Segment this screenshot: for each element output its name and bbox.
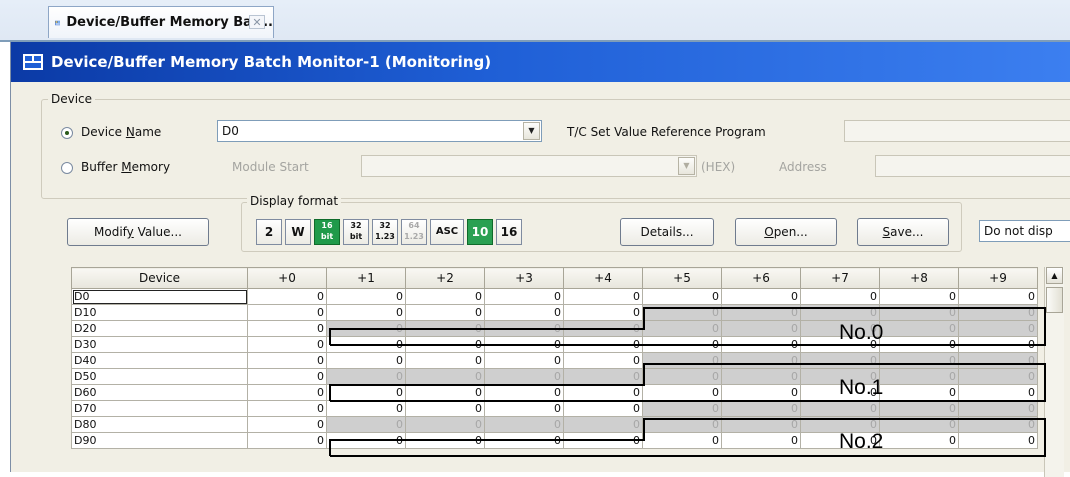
details-button[interactable]: Details...	[620, 218, 714, 246]
device-group-title: Device	[48, 92, 96, 106]
buffer-region-outline-1	[329, 363, 1046, 402]
close-tab-icon[interactable]: ✕	[249, 15, 265, 29]
format-ascii-button[interactable]: ASC	[430, 219, 464, 245]
document-tab-strip: Device/Buffer Memory Bat... ✕	[0, 0, 1070, 42]
offset-column-header: +2	[405, 267, 485, 289]
offset-column-header: +0	[247, 267, 327, 289]
device-cell[interactable]: D20	[71, 320, 248, 337]
buffer-memory-label: Buffer Memory	[81, 160, 171, 174]
value-cell[interactable]: 0	[247, 320, 327, 337]
device-cell[interactable]: D0	[71, 288, 248, 305]
offset-column-header: +5	[642, 267, 722, 289]
offset-column-header: +6	[721, 267, 801, 289]
offset-column-header: +1	[326, 267, 406, 289]
value-cell[interactable]: 0	[642, 288, 722, 305]
table-row[interactable]: D0 0 0 0 0 0 0 0 0 0 0	[71, 288, 1038, 305]
display-format-title: Display format	[247, 194, 342, 208]
table-header-row: Device +0 +1 +2 +3 +4 +5 +6 +7 +8 +9	[71, 267, 1038, 289]
save-button[interactable]: Save...	[857, 218, 949, 246]
device-cell[interactable]: D70	[71, 400, 248, 417]
callout-no-0: No.0	[839, 321, 884, 344]
offset-column-header: +4	[563, 267, 643, 289]
value-cell[interactable]: 0	[484, 288, 564, 305]
value-cell[interactable]: 0	[247, 368, 327, 385]
offset-column-header: +3	[484, 267, 564, 289]
offset-column-header: +9	[958, 267, 1038, 289]
buffer-memory-radio[interactable]	[61, 162, 73, 174]
value-cell[interactable]: 0	[879, 288, 959, 305]
document-tab-label: Device/Buffer Memory Bat...	[66, 15, 273, 30]
format-16bit-button[interactable]: 16 bit	[314, 219, 340, 245]
value-cell[interactable]: 0	[721, 288, 801, 305]
value-cell[interactable]: 0	[247, 432, 327, 449]
value-cell[interactable]: 0	[247, 352, 327, 369]
device-name-radio[interactable]	[61, 127, 73, 139]
monitor-app-icon	[55, 20, 61, 25]
chevron-down-icon[interactable]: ▼	[678, 157, 695, 175]
device-name-label: Device Name	[81, 125, 162, 139]
value-cell[interactable]: 0	[800, 288, 880, 305]
callout-no-1: No.1	[839, 376, 884, 399]
device-cell[interactable]: D10	[71, 304, 248, 321]
value-cell[interactable]: 0	[563, 288, 643, 305]
document-tab[interactable]: Device/Buffer Memory Bat... ✕	[48, 6, 274, 38]
monitor-window-icon	[23, 54, 43, 70]
value-cell[interactable]: 0	[326, 288, 406, 305]
value-cell[interactable]: 0	[247, 304, 327, 321]
display-option-value: Do not disp	[984, 224, 1053, 238]
value-cell[interactable]: 0	[958, 288, 1038, 305]
window-title: Device/Buffer Memory Batch Monitor-1 (Mo…	[51, 53, 492, 71]
buffer-region-outline-2	[329, 418, 1046, 457]
format-32real-button[interactable]: 32 1.23	[372, 219, 398, 245]
format-32bit-button[interactable]: 32 bit	[343, 219, 369, 245]
device-name-value: D0	[222, 124, 239, 138]
module-start-combo[interactable]: ▼	[361, 155, 697, 177]
callout-no-2: No.2	[839, 430, 884, 453]
format-hex-button[interactable]: 16	[496, 219, 522, 245]
chevron-down-icon[interactable]: ▼	[523, 122, 540, 140]
window-title-bar: Device/Buffer Memory Batch Monitor-1 (Mo…	[11, 42, 1070, 82]
device-cell[interactable]: D40	[71, 352, 248, 369]
value-cell[interactable]: 0	[247, 336, 327, 353]
display-option-combo[interactable]: Do not disp	[979, 220, 1070, 242]
tc-program-field[interactable]	[844, 120, 1070, 142]
format-64real-button[interactable]: 64 1.23	[401, 219, 427, 245]
value-cell[interactable]: 0	[247, 384, 327, 401]
open-button[interactable]: Open...	[735, 218, 837, 246]
tc-program-label: T/C Set Value Reference Program	[567, 125, 766, 139]
device-cell[interactable]: D50	[71, 368, 248, 385]
buffer-region-outline-0	[329, 307, 1046, 346]
device-column-header: Device	[71, 267, 248, 289]
module-start-label: Module Start	[232, 160, 309, 174]
batch-monitor-window: Device/Buffer Memory Batch Monitor-1 (Mo…	[10, 42, 1070, 477]
device-name-combo[interactable]: D0 ▼	[217, 120, 542, 142]
format-binary-button[interactable]: 2	[256, 219, 282, 245]
offset-column-header: +7	[800, 267, 880, 289]
scroll-up-icon[interactable]: ▲	[1046, 267, 1063, 284]
display-format-buttons: 2 W 16 bit 32 bit 32 1.23 64 1.23 ASC 10…	[256, 219, 525, 245]
value-cell[interactable]: 0	[247, 288, 327, 305]
device-cell[interactable]: D60	[71, 384, 248, 401]
device-cell[interactable]: D80	[71, 416, 248, 433]
value-cell[interactable]: 0	[405, 288, 485, 305]
value-cell[interactable]: 0	[247, 400, 327, 417]
format-word-button[interactable]: W	[285, 219, 311, 245]
hex-label: (HEX)	[701, 160, 736, 174]
device-group	[41, 99, 1070, 199]
format-decimal-button[interactable]: 10	[467, 219, 493, 245]
address-label: Address	[779, 160, 827, 174]
device-cell[interactable]: D90	[71, 432, 248, 449]
modify-value-button[interactable]: Modify Value...	[67, 218, 209, 246]
address-field[interactable]	[875, 155, 1070, 177]
device-cell[interactable]: D30	[71, 336, 248, 353]
value-cell[interactable]: 0	[247, 416, 327, 433]
offset-column-header: +8	[879, 267, 959, 289]
